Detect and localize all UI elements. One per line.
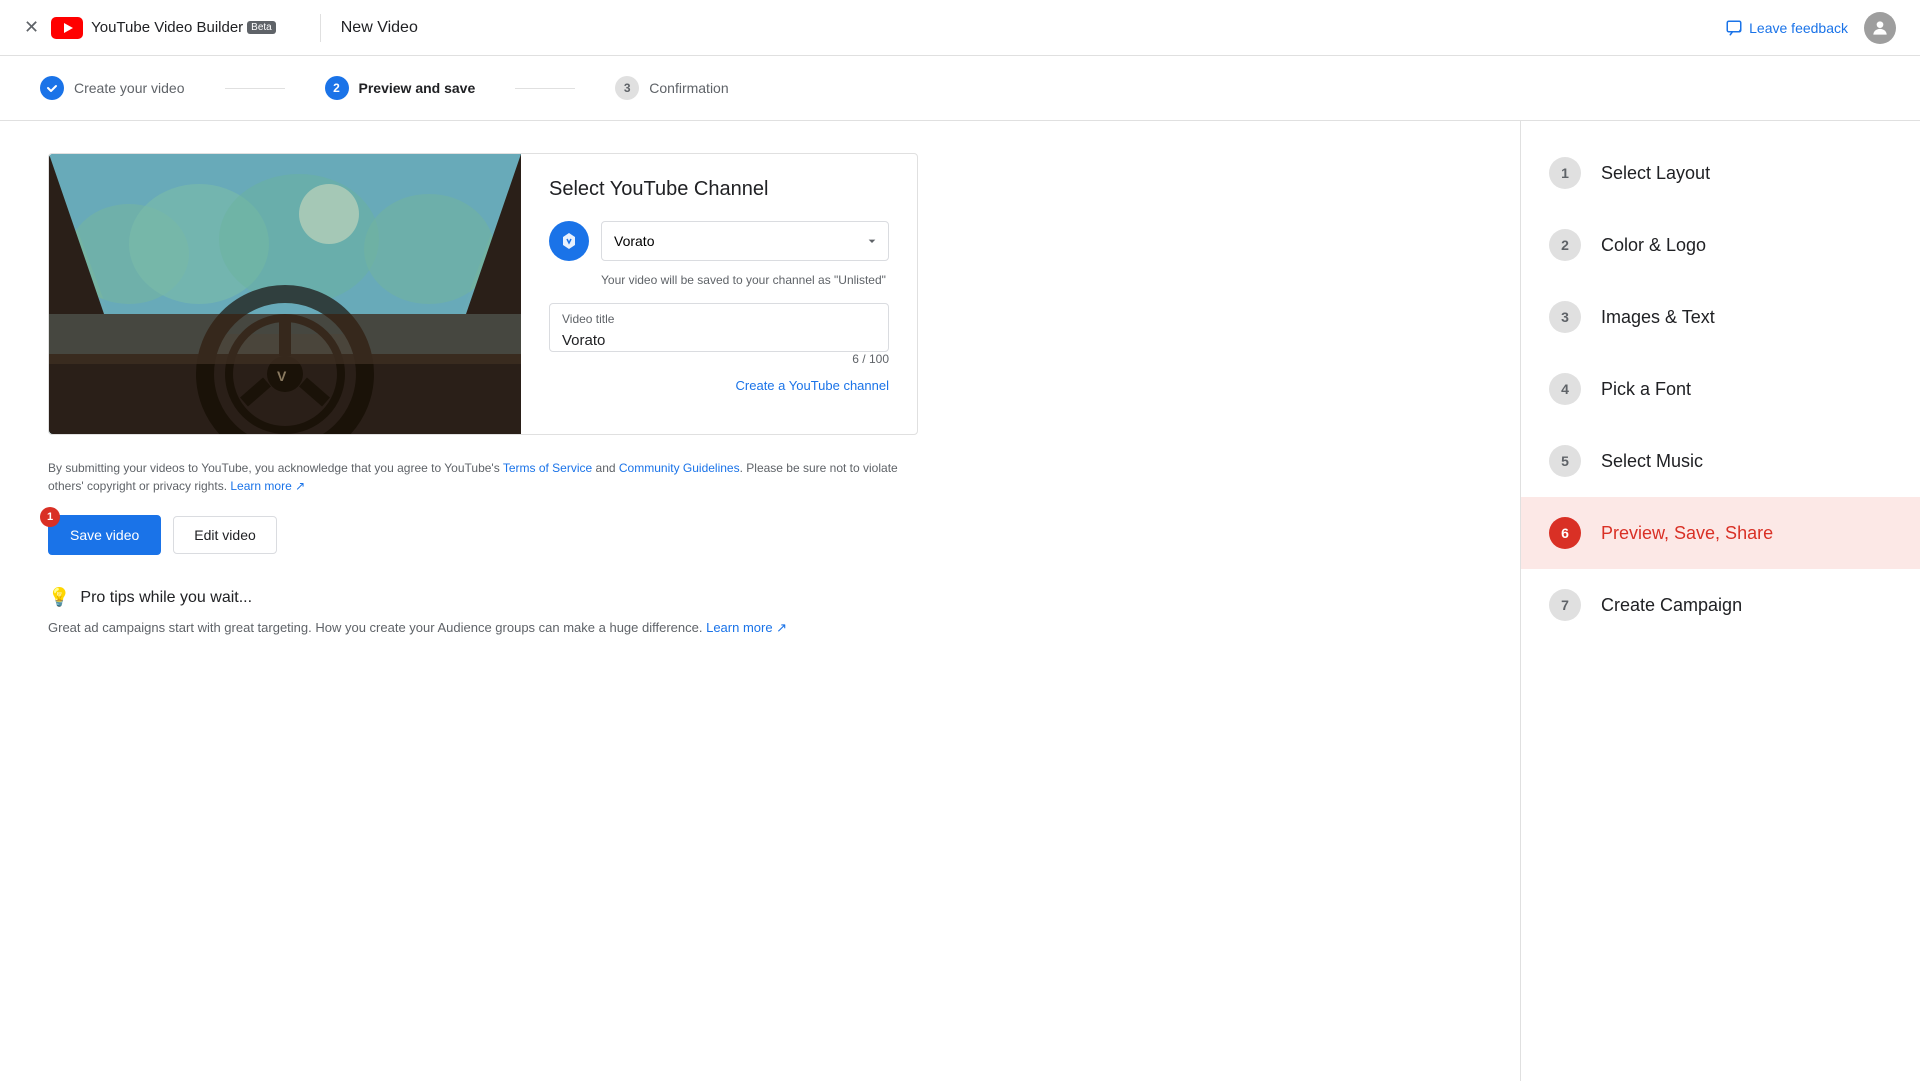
sidebar-item-pick-font[interactable]: 4 Pick a Font xyxy=(1521,353,1920,425)
youtube-logo xyxy=(51,17,83,39)
sidebar-num-3: 3 xyxy=(1549,301,1581,333)
action-buttons: 1 Save video Edit video xyxy=(48,515,1472,555)
user-avatar[interactable] xyxy=(1864,12,1896,44)
check-icon xyxy=(46,82,58,94)
beta-badge: Beta xyxy=(247,21,276,34)
brand-name: YouTube Video Builder Beta xyxy=(91,19,276,36)
sidebar-label-preview-save: Preview, Save, Share xyxy=(1601,523,1773,544)
bulb-icon: 💡 xyxy=(48,587,70,608)
create-channel-link[interactable]: Create a YouTube channel xyxy=(549,378,889,393)
sidebar-num-2: 2 xyxy=(1549,229,1581,261)
sidebar-item-preview-save[interactable]: 6 Preview, Save, Share xyxy=(1521,497,1920,569)
notification-badge: 1 xyxy=(40,507,60,527)
pro-tips-title: Pro tips while you wait... xyxy=(80,589,252,607)
video-title-label: Video title xyxy=(562,312,876,326)
step-1-label: Create your video xyxy=(74,80,185,96)
video-preview: V xyxy=(49,154,521,434)
step-1: Create your video xyxy=(40,76,185,100)
char-count: 6 / 100 xyxy=(549,352,889,366)
channel-logo-icon xyxy=(557,229,581,253)
channel-logo xyxy=(549,221,589,261)
sidebar-num-4: 4 xyxy=(1549,373,1581,405)
svg-text:V: V xyxy=(277,368,287,384)
feedback-icon xyxy=(1725,19,1743,37)
channel-select[interactable]: Vorato xyxy=(601,221,889,261)
sidebar-item-images-text[interactable]: 3 Images & Text xyxy=(1521,281,1920,353)
sidebar-num-6: 6 xyxy=(1549,517,1581,549)
sidebar: 1 Select Layout 2 Color & Logo 3 Images … xyxy=(1520,121,1920,1081)
sidebar-label-images-text: Images & Text xyxy=(1601,307,1715,328)
sidebar-item-color-logo[interactable]: 2 Color & Logo xyxy=(1521,209,1920,281)
sidebar-item-select-layout[interactable]: 1 Select Layout xyxy=(1521,137,1920,209)
step-2-label: Preview and save xyxy=(359,80,476,96)
top-section: V Select YouTube Channel xyxy=(48,153,918,435)
sidebar-item-select-music[interactable]: 5 Select Music xyxy=(1521,425,1920,497)
step-connector-2 xyxy=(515,88,575,89)
avatar-icon xyxy=(1870,18,1890,38)
step-2: 2 Preview and save xyxy=(325,76,476,100)
sidebar-num-1: 1 xyxy=(1549,157,1581,189)
header-divider xyxy=(320,14,321,42)
pro-tips-header: 💡 Pro tips while you wait... xyxy=(48,587,918,608)
car-interior-image: V xyxy=(49,154,521,434)
save-video-button[interactable]: Save video xyxy=(48,515,161,555)
sidebar-label-color-logo: Color & Logo xyxy=(1601,235,1706,256)
terms-notice: By submitting your videos to YouTube, yo… xyxy=(48,459,918,495)
step-connector-1 xyxy=(225,88,285,89)
terms-of-service-link[interactable]: Terms of Service xyxy=(503,461,592,475)
youtube-icon xyxy=(51,17,83,39)
step-3-circle: 3 xyxy=(615,76,639,100)
header-actions: Leave feedback xyxy=(1725,12,1896,44)
pro-tips: 💡 Pro tips while you wait... Great ad ca… xyxy=(48,587,918,638)
step-3-label: Confirmation xyxy=(649,80,728,96)
channel-section: Select YouTube Channel Vorato Your video… xyxy=(521,154,917,434)
channel-row: Vorato xyxy=(549,221,889,261)
feedback-label: Leave feedback xyxy=(1749,20,1848,36)
edit-video-button[interactable]: Edit video xyxy=(173,516,276,554)
sidebar-label-select-layout: Select Layout xyxy=(1601,163,1710,184)
main-layout: V Select YouTube Channel xyxy=(0,121,1920,1081)
sidebar-label-select-music: Select Music xyxy=(1601,451,1703,472)
channel-section-title: Select YouTube Channel xyxy=(549,178,889,201)
sidebar-item-create-campaign[interactable]: 7 Create Campaign xyxy=(1521,569,1920,641)
page-title: New Video xyxy=(341,19,418,37)
save-button-wrapper: 1 Save video xyxy=(48,515,161,555)
learn-more-link-terms[interactable]: Learn more ↗ xyxy=(230,479,305,493)
feedback-button[interactable]: Leave feedback xyxy=(1725,19,1848,37)
video-thumbnail: V xyxy=(49,154,521,434)
video-title-field: Video title xyxy=(549,303,889,352)
sidebar-label-pick-font: Pick a Font xyxy=(1601,379,1691,400)
sidebar-num-7: 7 xyxy=(1549,589,1581,621)
brand-text: YouTube Video Builder xyxy=(91,19,243,36)
sidebar-label-create-campaign: Create Campaign xyxy=(1601,595,1742,616)
unlisted-notice: Your video will be saved to your channel… xyxy=(601,273,889,287)
video-title-input[interactable] xyxy=(562,332,876,349)
step-1-circle xyxy=(40,76,64,100)
app-header: ✕ YouTube Video Builder Beta New Video L… xyxy=(0,0,1920,56)
pro-tips-text: Great ad campaigns start with great targ… xyxy=(48,618,918,638)
stepper: Create your video 2 Preview and save 3 C… xyxy=(0,56,1920,121)
community-guidelines-link[interactable]: Community Guidelines xyxy=(619,461,740,475)
step-2-circle: 2 xyxy=(325,76,349,100)
learn-more-link-tips[interactable]: Learn more ↗ xyxy=(706,620,787,635)
content-area: V Select YouTube Channel xyxy=(0,121,1520,1081)
close-button[interactable]: ✕ xyxy=(24,17,39,38)
sidebar-num-5: 5 xyxy=(1549,445,1581,477)
step-3: 3 Confirmation xyxy=(615,76,728,100)
app-logo: YouTube Video Builder Beta xyxy=(51,17,276,39)
